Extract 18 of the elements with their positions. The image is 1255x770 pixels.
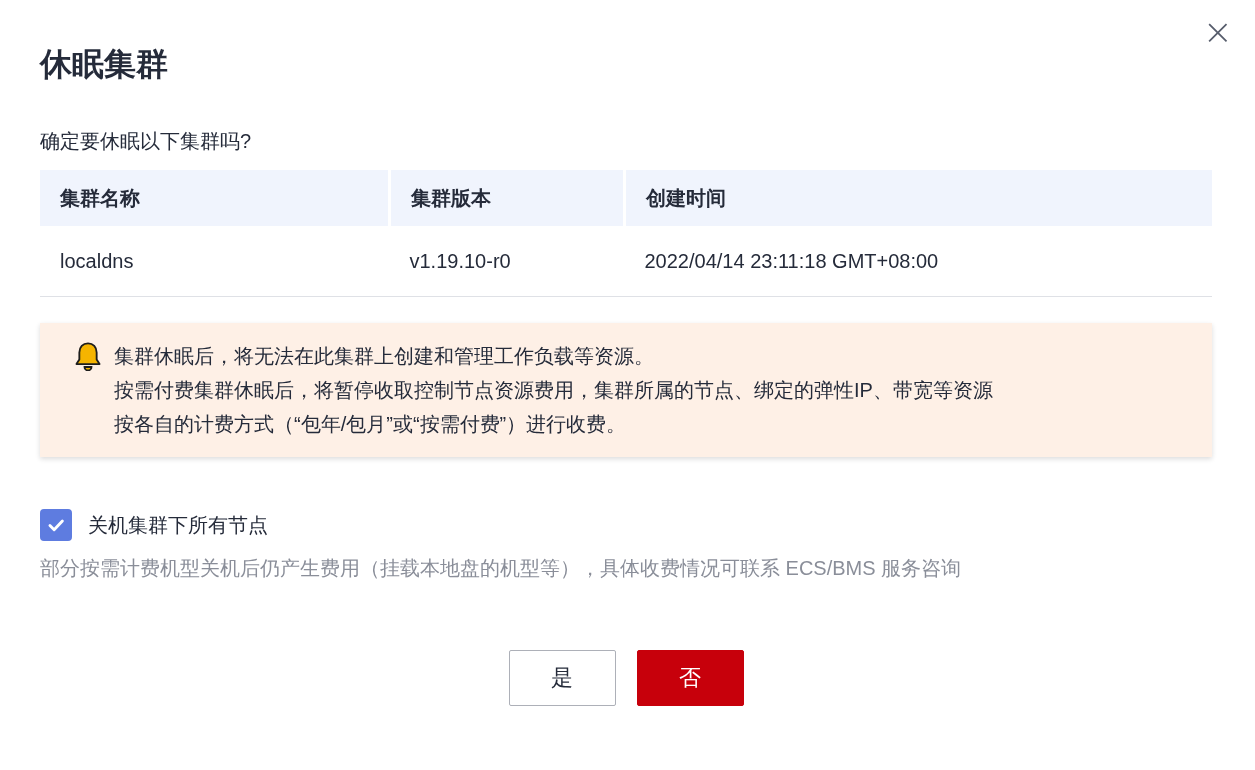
- checkbox[interactable]: [40, 509, 72, 541]
- warning-text: 按需付费集群休眠后，将暂停收取控制节点资源费用，集群所属的节点、绑定的弹性IP、带宽等资源: [114, 378, 993, 403]
- table-cell: v1.19.10-r0: [389, 226, 625, 297]
- hint-text: 部分按需计费机型关机后仍产生费用（挂载本地盘的机型等），具体收费情况可联系 ECS/BMS 服务咨询: [40, 556, 963, 581]
- checkbox-label: 关机集群下所有节点: [88, 512, 268, 538]
- warning-text: 集群休眠后，将无法在此集群上创建和管理工作负载等资源。: [114, 344, 655, 369]
- column-header: 创建时间: [624, 170, 1212, 226]
- table-cell: localdns: [40, 226, 390, 297]
- bell-icon: [74, 341, 102, 371]
- prompt-text: 确定要休眠以下集群吗?: [40, 129, 253, 154]
- warning-text: 按各自的计费方式（“包年/包月”或“按需付费”）进行收费。: [114, 412, 628, 437]
- table-cell: 2022/04/14 23:11:18 GMT+08:00: [624, 226, 1212, 297]
- secondary-button[interactable]: 是: [508, 650, 616, 706]
- close-button[interactable]: ×: [1198, 14, 1237, 50]
- primary-button[interactable]: 否: [636, 650, 744, 706]
- column-header: 集群名称: [40, 170, 390, 226]
- column-header: 集群版本: [389, 170, 625, 226]
- dialog-title: 休眠集群: [40, 45, 169, 84]
